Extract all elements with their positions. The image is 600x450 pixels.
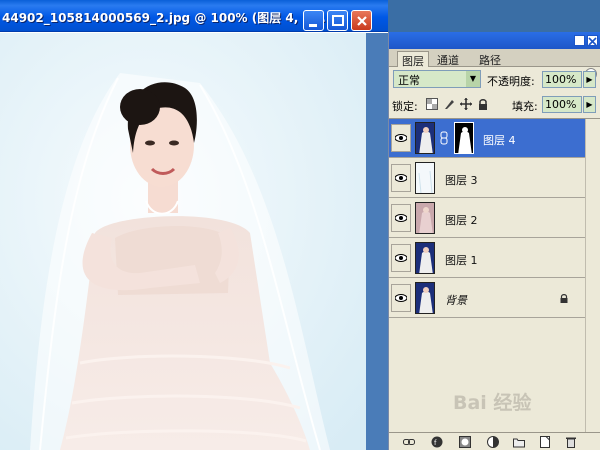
- document-window: 44902_105814000569_2.jpg @ 100% (图层 4, R…: [0, 0, 388, 450]
- move-icon[interactable]: [460, 98, 472, 110]
- tab-layers[interactable]: 图层: [397, 51, 429, 68]
- opacity-label: 不透明度:: [487, 75, 535, 88]
- visibility-toggle[interactable]: [391, 164, 411, 192]
- mask-icon[interactable]: [459, 436, 471, 448]
- layer-list-scrollbar[interactable]: [585, 119, 600, 433]
- layer-thumbnail: [415, 162, 435, 194]
- lock-icon[interactable]: [477, 98, 489, 110]
- tab-paths[interactable]: 路径: [475, 51, 505, 67]
- eye-icon: [395, 134, 407, 142]
- link-icon[interactable]: [403, 436, 415, 448]
- document-titlebar[interactable]: 44902_105814000569_2.jpg @ 100% (图层 4, R…: [0, 0, 388, 32]
- folder-icon[interactable]: [513, 436, 525, 448]
- close-icon: [588, 37, 597, 46]
- minimize-button[interactable]: [303, 10, 324, 31]
- visibility-toggle[interactable]: [391, 124, 411, 152]
- adjustment-icon[interactable]: [487, 436, 499, 448]
- blend-row: 正常 ▼ 不透明度: 100% ▶: [389, 68, 600, 90]
- eye-icon: [395, 174, 407, 182]
- visibility-toggle[interactable]: [391, 284, 411, 312]
- layer-mask-thumbnail[interactable]: [454, 122, 474, 154]
- layer-row[interactable]: 背景: [389, 279, 585, 318]
- new-layer-icon[interactable]: [539, 436, 551, 448]
- link-icon[interactable]: [440, 131, 448, 145]
- bride-photo: [0, 33, 366, 450]
- eye-icon: [395, 294, 407, 302]
- eye-icon: [395, 254, 407, 262]
- layer-list: 图层 4 图层 3 图层 2 图层 1 背景: [389, 118, 600, 433]
- image-canvas[interactable]: [0, 33, 366, 450]
- visibility-toggle[interactable]: [391, 204, 411, 232]
- minimize-icon: [309, 24, 317, 27]
- lock-label: 锁定:: [392, 100, 418, 113]
- fill-label: 填充:: [512, 100, 538, 113]
- layer-thumbnail: [415, 282, 435, 314]
- layer-name: 图层 1: [445, 254, 478, 267]
- lock-icon: [560, 294, 568, 303]
- layer-row[interactable]: 图层 4: [389, 119, 585, 158]
- baidu-watermark: Bai 经验: [453, 392, 532, 414]
- layer-name: 图层 2: [445, 214, 478, 227]
- fill-input[interactable]: 100%: [542, 96, 582, 113]
- layer-name: 图层 3: [445, 174, 478, 187]
- lock-row: 锁定: 填充: 100% ▶: [389, 94, 600, 114]
- layer-name: 图层 4: [483, 134, 516, 147]
- fx-icon[interactable]: f: [431, 436, 443, 448]
- brush-icon[interactable]: [443, 98, 455, 110]
- tab-channels[interactable]: 通道: [433, 51, 463, 67]
- blend-mode-select[interactable]: 正常 ▼: [393, 70, 481, 88]
- blend-mode-value: 正常: [398, 74, 420, 87]
- layer-name: 背景: [445, 294, 467, 307]
- layer-row[interactable]: 图层 2: [389, 199, 585, 238]
- opacity-input[interactable]: 100%: [542, 71, 582, 88]
- trash-icon[interactable]: [565, 436, 577, 448]
- document-title: 44902_105814000569_2.jpg @ 100% (图层 4, R…: [2, 11, 326, 25]
- layer-row[interactable]: 图层 1: [389, 239, 585, 278]
- visibility-toggle[interactable]: [391, 244, 411, 272]
- panel-footer: f: [389, 432, 600, 450]
- close-icon: [357, 16, 367, 26]
- close-button[interactable]: [351, 10, 372, 31]
- fill-slider-button[interactable]: ▶: [583, 96, 596, 113]
- layers-panel: 图层 通道 路径 ▶ 正常 ▼ 不透明度: 100% ▶ 锁定: 填充: 10: [388, 32, 600, 450]
- maximize-icon: [332, 15, 344, 26]
- maximize-button[interactable]: [327, 10, 348, 31]
- lock-transparency-icon[interactable]: [426, 98, 438, 110]
- document-scrollbar[interactable]: [366, 33, 388, 450]
- panel-minimize-button[interactable]: [574, 35, 585, 46]
- eye-icon: [395, 214, 407, 222]
- layer-thumbnail: [415, 242, 435, 274]
- panel-close-button[interactable]: [587, 35, 598, 46]
- layer-row[interactable]: 图层 3: [389, 159, 585, 198]
- layer-thumbnail: [415, 202, 435, 234]
- panel-titlebar[interactable]: [389, 32, 600, 49]
- panel-tabs: 图层 通道 路径 ▶: [389, 49, 600, 80]
- opacity-slider-button[interactable]: ▶: [583, 71, 596, 88]
- layer-thumbnail: [415, 122, 435, 154]
- chevron-down-icon: ▼: [466, 71, 480, 87]
